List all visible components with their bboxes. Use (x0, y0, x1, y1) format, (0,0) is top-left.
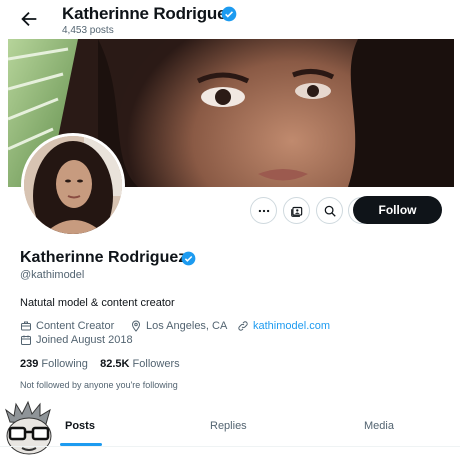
location-label: Los Angeles, CA (146, 320, 228, 332)
search-button[interactable] (316, 197, 343, 224)
profile-category: Content Creator (20, 320, 114, 332)
website-link[interactable]: kathimodel.com (253, 320, 330, 332)
more-button[interactable] (250, 197, 277, 224)
followers-count: 82.5K (100, 358, 130, 370)
briefcase-icon (21, 321, 31, 331)
tab-replies[interactable]: Replies (210, 420, 247, 432)
mascot-glasses-icon (5, 400, 52, 455)
tab-media[interactable]: Media (364, 420, 394, 432)
profile-name: Katherinne Rodriguez (20, 249, 187, 266)
tab-divider (0, 446, 460, 447)
category-label: Content Creator (36, 320, 115, 332)
calendar-icon (21, 335, 31, 345)
top-bar: Katherinne Rodriguez 4,453 posts (0, 0, 460, 40)
header-posts-count: 4,453 posts (62, 25, 114, 36)
follow-button[interactable]: Follow (353, 196, 442, 224)
following-link[interactable]: 239 Following (20, 358, 88, 370)
avatar[interactable] (21, 133, 125, 237)
joined-label: Joined August 2018 (36, 334, 133, 346)
profile-bio: Natutal model & content creator (20, 297, 175, 309)
more-icon (258, 209, 269, 212)
not-followed-notice: Not followed by anyone you're following (20, 380, 178, 390)
verified-badge-icon (181, 251, 196, 266)
arrow-left-icon[interactable] (18, 8, 40, 30)
profile-handle: @kathimodel (20, 269, 85, 281)
location-pin-icon (131, 320, 141, 332)
profile-website[interactable]: kathimodel.com (237, 320, 330, 332)
header-title: Katherinne Rodriguez (62, 4, 235, 23)
subscribe-button[interactable] (283, 197, 310, 224)
subscribe-icon (290, 206, 302, 217)
search-icon (324, 205, 336, 217)
followers-label: Followers (132, 358, 180, 370)
profile-joined: Joined August 2018 (20, 334, 133, 346)
following-count: 239 (20, 358, 39, 370)
follow-counts: 239 Following 82.5K Followers (20, 358, 180, 370)
verified-badge-icon (221, 6, 237, 22)
following-label: Following (41, 358, 88, 370)
profile-location: Los Angeles, CA (130, 320, 227, 332)
link-icon (238, 321, 248, 331)
tab-posts[interactable]: Posts (65, 420, 95, 432)
followers-link[interactable]: 82.5K Followers (100, 358, 180, 370)
